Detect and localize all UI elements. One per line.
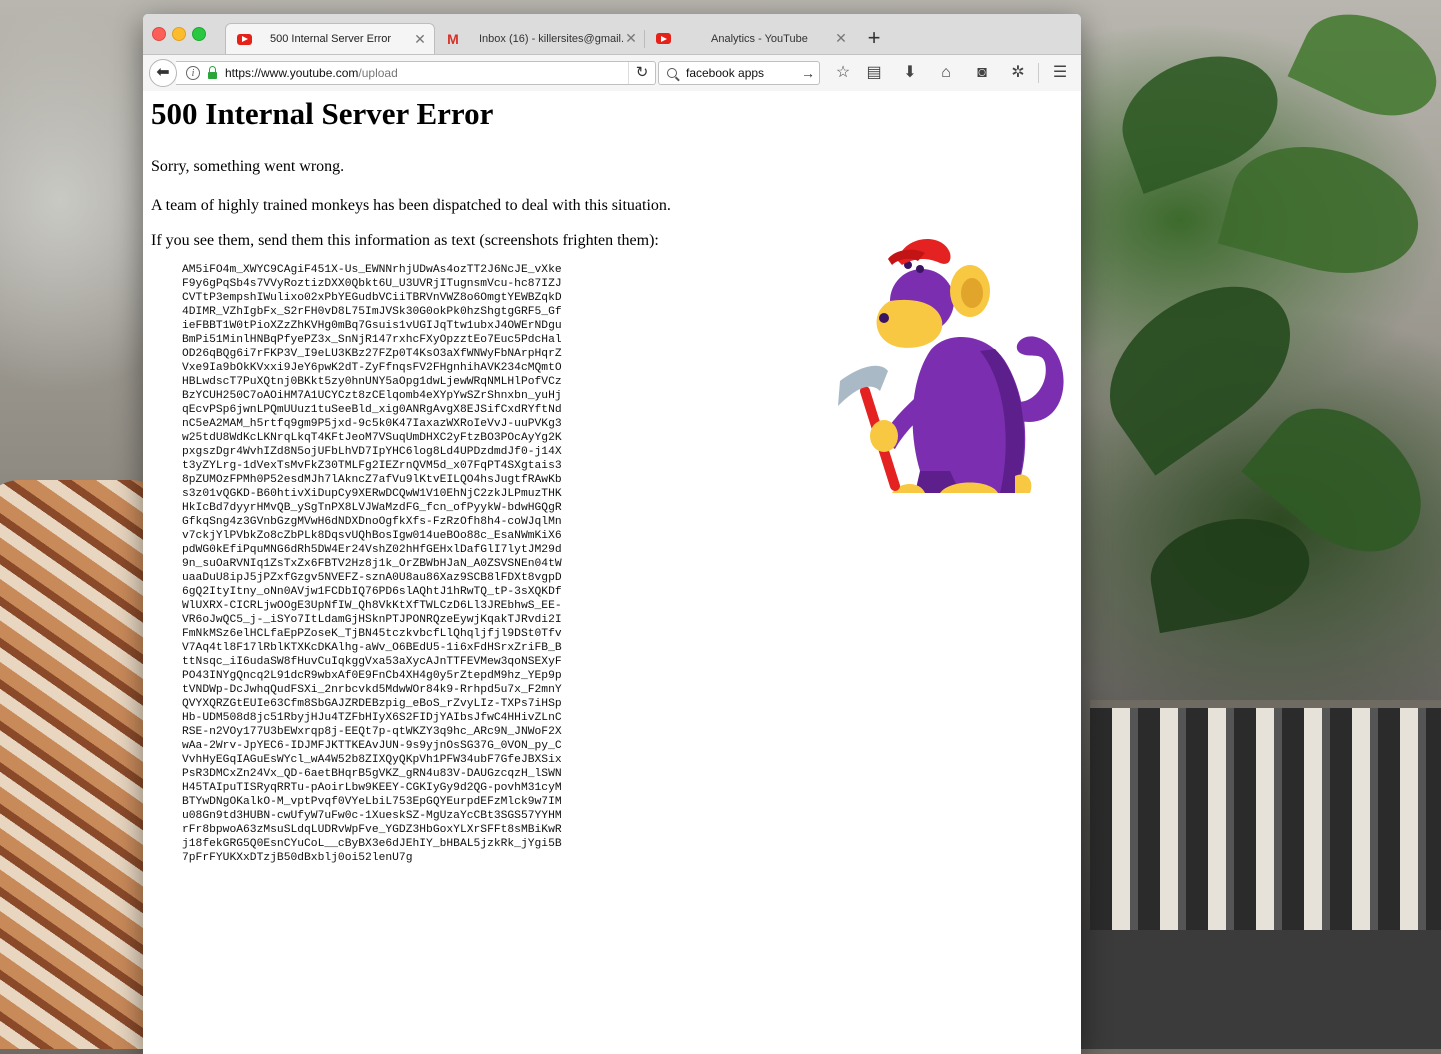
close-icon[interactable]: ✕ — [412, 31, 428, 48]
url-text[interactable]: https://www.youtube.com/upload — [225, 66, 628, 80]
menu-icon[interactable]: ☰ — [1049, 62, 1071, 84]
table — [1081, 930, 1441, 1049]
sorry-text: Sorry, something went wrong. — [151, 158, 345, 175]
leaf — [1217, 127, 1433, 293]
search-value: facebook apps — [686, 66, 765, 80]
youtube-icon — [655, 31, 671, 47]
back-button[interactable]: ⬅ — [149, 59, 177, 87]
tab-500-error[interactable]: 500 Internal Server Error ✕ — [225, 23, 435, 54]
close-icon[interactable]: ✕ — [623, 30, 639, 47]
monkeys-text: A team of highly trained monkeys has bee… — [151, 197, 671, 214]
leaf — [1287, 0, 1441, 136]
page-title: 500 Internal Server Error — [151, 96, 494, 131]
leaf — [1142, 506, 1318, 634]
browser-window: 500 Internal Server Error ✕ M Inbox (16)… — [143, 14, 1081, 1054]
info-icon[interactable]: i — [186, 66, 200, 80]
lock-icon — [208, 65, 217, 79]
nav-bar: i https://www.youtube.com/upload ↻ ⬅ fac… — [143, 55, 1081, 92]
gmail-icon: M — [447, 30, 459, 47]
tab-title: Analytics - YouTube — [711, 32, 808, 45]
tab-title: Inbox (16) - killersites@gmail.com — [479, 32, 623, 45]
arrow-right-icon[interactable]: → — [801, 65, 819, 81]
error-code-block: AM5iFO4m_XWYC9CAgiF451X-Us_EWNNrhjUDwAs4… — [182, 264, 562, 864]
search-input[interactable]: facebook apps → — [658, 61, 820, 85]
bookmark-star-icon[interactable]: ☆ — [832, 62, 854, 84]
reading-list-icon[interactable]: ▤ — [863, 62, 885, 84]
extension-icon[interactable]: ✲ — [1007, 62, 1029, 84]
tab-gmail-inbox[interactable]: M Inbox (16) - killersites@gmail.com ✕ — [435, 23, 645, 54]
tab-youtube-analytics[interactable]: Analytics - YouTube ✕ — [645, 23, 855, 54]
minimize-window-button[interactable] — [172, 27, 186, 41]
tab-title: 500 Internal Server Error — [270, 33, 392, 45]
plant-basket — [1090, 700, 1441, 948]
pocket-icon[interactable]: ◙ — [971, 62, 993, 84]
youtube-icon — [236, 31, 252, 47]
page-content: 500 Internal Server Error Sorry, somethi… — [143, 91, 1081, 1054]
tab-strip: 500 Internal Server Error ✕ M Inbox (16)… — [143, 14, 1081, 55]
url-bar[interactable]: i https://www.youtube.com/upload ↻ — [176, 61, 656, 85]
download-icon[interactable]: ⬇ — [899, 62, 921, 84]
close-window-button[interactable] — [152, 27, 166, 41]
instructions-text: If you see them, send them this informat… — [151, 232, 659, 249]
reload-icon[interactable]: ↻ — [628, 62, 655, 84]
zoom-window-button[interactable] — [192, 27, 206, 41]
new-tab-button[interactable]: + — [861, 24, 887, 52]
monkey-with-hammer-illustration — [838, 239, 1064, 493]
home-icon[interactable]: ⌂ — [935, 62, 957, 84]
search-icon — [667, 68, 677, 78]
close-icon[interactable]: ✕ — [833, 30, 849, 47]
